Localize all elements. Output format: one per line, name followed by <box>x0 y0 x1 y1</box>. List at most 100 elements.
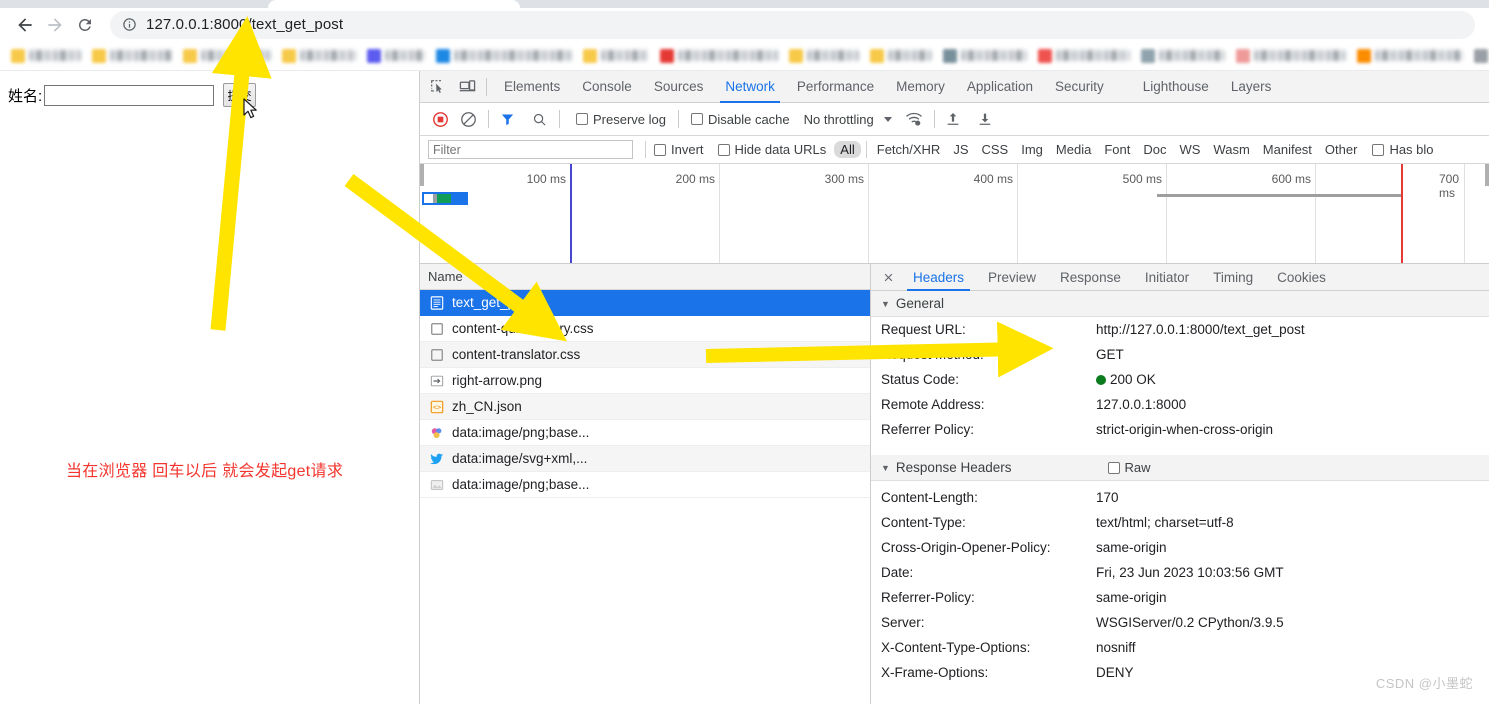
tab-memory[interactable]: Memory <box>885 71 956 103</box>
toolbar-divider <box>488 110 489 128</box>
bookmark-item[interactable] <box>1474 48 1489 63</box>
header-value: GET <box>1096 347 1124 362</box>
export-har-icon[interactable] <box>973 107 997 131</box>
bookmark-item[interactable] <box>870 48 932 63</box>
request-name: right-arrow.png <box>452 373 543 388</box>
filter-type-ws[interactable]: WS <box>1173 141 1206 158</box>
header-key: Server: <box>881 615 925 630</box>
bookmark-item[interactable] <box>367 48 425 63</box>
tab-application[interactable]: Application <box>956 71 1044 103</box>
invert-checkbox[interactable]: Invert <box>654 142 704 157</box>
search-icon[interactable] <box>527 107 551 131</box>
bookmark-item[interactable] <box>92 48 172 63</box>
table-row[interactable]: data:image/png;base... <box>420 420 870 446</box>
details-tab-response[interactable]: Response <box>1048 264 1133 291</box>
table-row[interactable]: text_get_post <box>420 290 870 316</box>
filter-type-all[interactable]: All <box>834 141 861 158</box>
filter-type-other[interactable]: Other <box>1319 141 1364 158</box>
overview-tick-600ms: 600 ms <box>1271 172 1311 186</box>
details-tab-initiator[interactable]: Initiator <box>1133 264 1201 291</box>
throttling-select-value[interactable]: No throttling <box>804 112 874 127</box>
request-name: data:image/png;base... <box>452 425 590 440</box>
filter-type-fetch-xhr[interactable]: Fetch/XHR <box>871 141 947 158</box>
table-row[interactable]: data:image/png;base... <box>420 472 870 498</box>
hide-data-urls-checkbox[interactable]: Hide data URLs <box>717 142 826 157</box>
bookmark-item[interactable] <box>943 48 1027 63</box>
disable-cache-checkbox[interactable]: Disable cache <box>690 112 790 127</box>
tab-sources[interactable]: Sources <box>643 71 715 103</box>
bookmark-item[interactable] <box>436 48 572 63</box>
preserve-log-checkbox[interactable]: Preserve log <box>576 112 666 127</box>
filter-type-wasm[interactable]: Wasm <box>1207 141 1255 158</box>
import-har-icon[interactable] <box>941 107 965 131</box>
info-circle-icon[interactable] <box>122 17 137 32</box>
bookmark-item[interactable] <box>1357 48 1463 63</box>
table-row[interactable]: right-arrow.png <box>420 368 870 394</box>
filter-type-doc[interactable]: Doc <box>1137 141 1172 158</box>
bookmark-item[interactable] <box>11 48 81 63</box>
network-conditions-icon[interactable] <box>902 107 926 131</box>
bookmark-item[interactable] <box>789 48 859 63</box>
details-tab-preview[interactable]: Preview <box>976 264 1048 291</box>
close-icon[interactable] <box>875 271 901 284</box>
filter-type-css[interactable]: CSS <box>976 141 1015 158</box>
tab-console[interactable]: Console <box>571 71 643 103</box>
table-row[interactable]: content-quick-query.css <box>420 316 870 342</box>
bookmark-item[interactable] <box>660 48 778 63</box>
general-section-title: General <box>895 296 944 311</box>
bookmark-item[interactable] <box>1236 48 1346 63</box>
image-arrow-icon <box>428 372 445 389</box>
address-bar[interactable]: 127.0.0.1:8000/text_get_post <box>110 10 1475 39</box>
request-name: data:image/svg+xml,... <box>452 451 588 466</box>
inspect-element-icon[interactable] <box>424 74 450 100</box>
filter-type-manifest[interactable]: Manifest <box>1257 141 1318 158</box>
forward-arrow-icon[interactable] <box>40 10 70 40</box>
request-list-column-header[interactable]: Name <box>420 264 870 290</box>
bookmark-favicon <box>282 48 296 63</box>
network-overview-timeline[interactable]: 100 ms 200 ms 300 ms 400 ms 500 ms 600 m… <box>420 164 1489 264</box>
browser-tab-active[interactable] <box>268 0 520 8</box>
tab-layers[interactable]: Layers <box>1220 71 1283 103</box>
tab-strip <box>0 0 1489 8</box>
tab-network[interactable]: Network <box>714 71 786 103</box>
filter-type-media[interactable]: Media <box>1050 141 1097 158</box>
name-input[interactable] <box>44 84 215 106</box>
name-label: 姓名: <box>8 87 43 105</box>
details-tab-headers[interactable]: Headers <box>901 264 976 291</box>
bookmark-item[interactable] <box>583 48 649 63</box>
filter-input[interactable] <box>428 140 633 159</box>
tab-security[interactable]: Security <box>1044 71 1115 103</box>
json-icon: <> <box>428 398 445 415</box>
bookmark-item[interactable] <box>1038 48 1130 63</box>
reload-icon[interactable] <box>70 10 100 40</box>
bookmark-item[interactable] <box>1141 48 1225 63</box>
tab-lighthouse[interactable]: Lighthouse <box>1115 71 1220 103</box>
filter-funnel-icon[interactable] <box>495 107 519 131</box>
filter-type-js[interactable]: JS <box>947 141 974 158</box>
table-row[interactable]: <> zh_CN.json <box>420 394 870 420</box>
bookmark-item[interactable] <box>282 48 356 63</box>
back-arrow-icon[interactable] <box>10 10 40 40</box>
filter-type-font[interactable]: Font <box>1098 141 1136 158</box>
table-row[interactable]: content-translator.css <box>420 342 870 368</box>
stylesheet-icon <box>428 346 445 363</box>
response-headers-section-header[interactable]: ▼ Response Headers Raw <box>871 455 1489 481</box>
clear-icon[interactable] <box>456 107 480 131</box>
overview-left-handle[interactable] <box>420 164 424 186</box>
table-row[interactable]: data:image/svg+xml,... <box>420 446 870 472</box>
overview-right-handle[interactable] <box>1485 164 1489 186</box>
bookmark-item[interactable] <box>183 48 271 63</box>
tab-performance[interactable]: Performance <box>786 71 885 103</box>
chevron-down-icon[interactable] <box>883 116 892 122</box>
filter-type-img[interactable]: Img <box>1015 141 1049 158</box>
general-section-header[interactable]: ▼ General <box>871 291 1489 317</box>
details-tab-timing[interactable]: Timing <box>1201 264 1265 291</box>
details-tab-cookies[interactable]: Cookies <box>1265 264 1338 291</box>
device-toolbar-icon[interactable] <box>454 74 480 100</box>
request-name: zh_CN.json <box>452 399 522 414</box>
raw-toggle[interactable]: Raw <box>1107 460 1151 475</box>
tab-elements[interactable]: Elements <box>493 71 571 103</box>
record-stop-icon[interactable] <box>428 107 452 131</box>
general-row-request-method: Request Method: GET <box>871 342 1489 367</box>
has-blocked-checkbox[interactable]: Has blo <box>1372 142 1434 157</box>
